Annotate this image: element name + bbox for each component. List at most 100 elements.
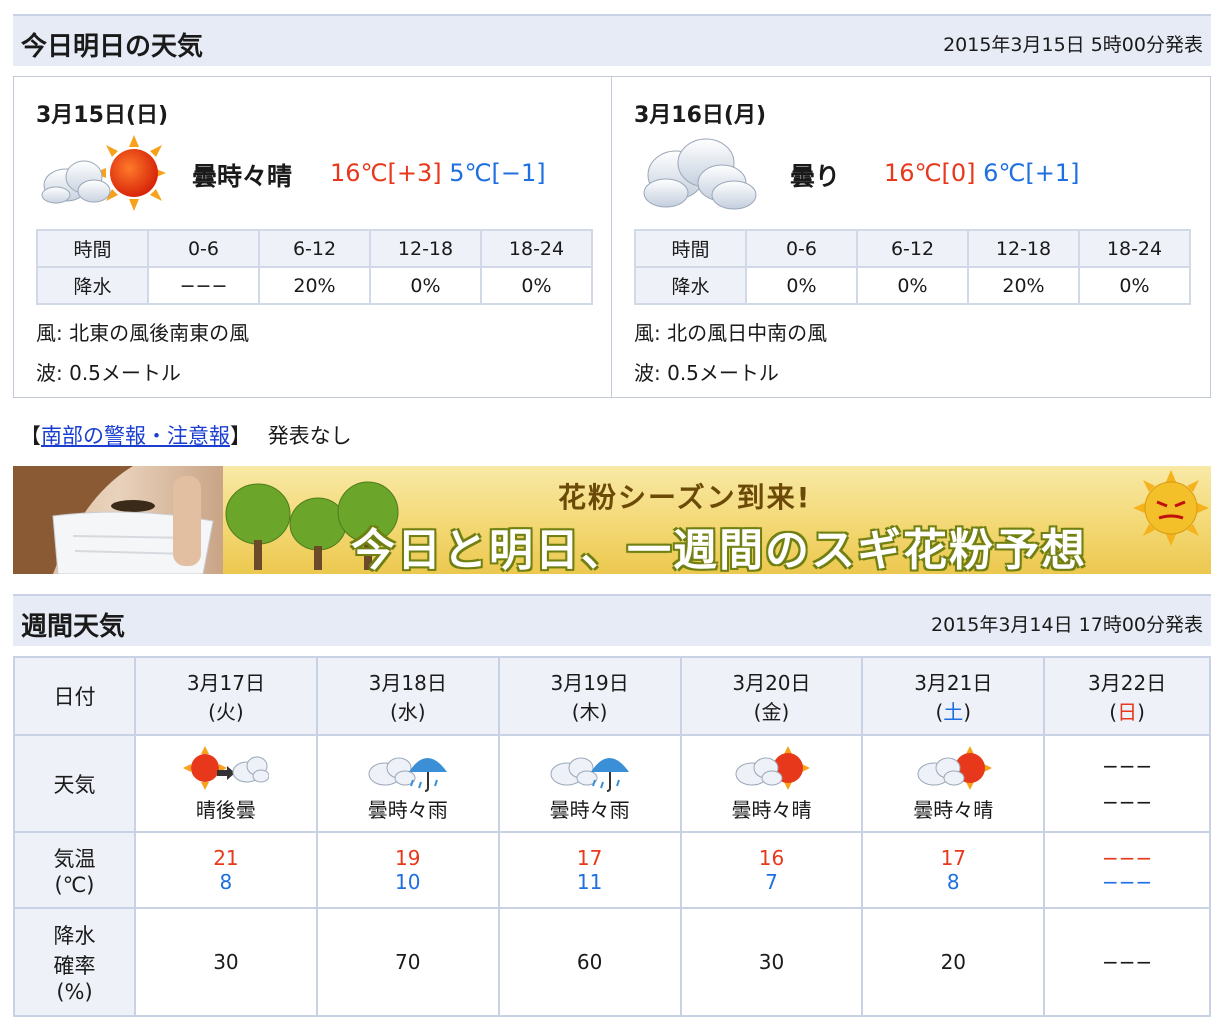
time-label: 時間 [634, 229, 747, 268]
low-temp: 10 [395, 870, 421, 894]
bracket-open: 【 [20, 424, 41, 448]
cloud-rain-icon [550, 757, 629, 792]
sun-to-cloud-icon [182, 746, 269, 790]
masked-woman-illustration [13, 466, 214, 574]
week-date-cell: 3月18日 (水) [315, 656, 500, 736]
cloud-sun-icon [735, 746, 811, 790]
period-label: 18-24 [1078, 229, 1191, 268]
row-label-precipitation: 降水確率 (%) [13, 907, 136, 1017]
weather-text: 曇時々雨 [549, 798, 630, 822]
high-temp: 19 [395, 846, 421, 870]
period-label: 12-18 [369, 229, 482, 268]
wave-info: 波: 0.5メートル [36, 361, 181, 385]
week-date-cell: 3月21日 (土) [861, 656, 1046, 736]
rain-value: 20% [258, 266, 371, 305]
rain-value: 0% [856, 266, 969, 305]
row-label-weather: 天気 [13, 734, 136, 833]
low-temp: −−− [1101, 870, 1153, 894]
week-date-cell: 3月17日 (火) [134, 656, 318, 736]
row-label-temperature: 気温 (℃) [13, 831, 136, 909]
high-temp: 17 [940, 846, 967, 870]
weekly-header: 週間天気 2015年3月14日 17時00分発表 [13, 594, 1211, 646]
week-weather-cell: 曇時々雨 [315, 734, 500, 833]
bracket-close: 】 [230, 424, 251, 448]
weekday: (金) [753, 700, 790, 724]
week-weather-cell: 曇時々晴 [679, 734, 864, 833]
date: 3月21日 [914, 671, 993, 695]
week-date-cell: 3月22日 (日) [1043, 656, 1211, 736]
low-temp: 5℃[−1] [449, 159, 546, 187]
weather-text: 曇り [790, 162, 841, 191]
high-temp: −−− [1101, 846, 1153, 870]
week-pop-cell: 30 [134, 907, 318, 1017]
week-weather-cell: 曇時々晴 [861, 734, 1046, 833]
label-line: 気温 [53, 847, 96, 871]
high-temp: 16 [758, 846, 785, 870]
today-tomorrow-header: 今日明日の天気 2015年3月15日 5時00分発表 [13, 14, 1211, 66]
banner-headline: 今日と明日、一週間のスギ花粉予想 [351, 525, 1087, 574]
low-temp: 8 [219, 870, 233, 894]
pollen-banner[interactable]: 花粉シーズン到来! 今日と明日、一週間のスギ花粉予想 [13, 466, 1211, 574]
label-line: 降水 [53, 924, 96, 948]
week-pop-cell: −−− [1043, 907, 1211, 1017]
week-pop-cell: 20 [861, 907, 1046, 1017]
rain-value: 0% [1078, 266, 1191, 305]
rain-label: 降水 [36, 266, 149, 305]
week-pop-cell: 30 [679, 907, 864, 1017]
label-line: (℃) [54, 873, 95, 897]
section-title: 今日明日の天気 [21, 32, 204, 62]
issued-time: 2015年3月14日 17時00分発表 [930, 614, 1203, 636]
weather-text: −−− [1101, 789, 1153, 814]
rain-label: 降水 [634, 266, 747, 305]
week-temp-cell: 19 10 [315, 831, 500, 909]
rain-chance-table: 時間 0-6 6-12 12-18 18-24 降水 0% 0% 20% 0% [634, 229, 1191, 305]
rain-value: 20% [967, 266, 1080, 305]
week-temp-cell: 21 8 [134, 831, 318, 909]
banner-subtitle: 花粉シーズン到来! [558, 481, 812, 514]
warning-link[interactable]: 南部の警報・注意報 [41, 424, 230, 448]
warning-status: 発表なし [267, 424, 352, 448]
period-label: 6-12 [258, 229, 371, 268]
temperature-range: 16℃[+3] 5℃[−1] [330, 159, 546, 187]
rain-value: 0% [480, 266, 593, 305]
low-temp: 11 [576, 870, 603, 894]
weekday: (木) [571, 700, 608, 724]
week-temp-cell: −−− −−− [1043, 831, 1211, 909]
banner-photo [13, 466, 223, 574]
day-date: 3月16日(月) [634, 103, 767, 128]
warning-notice: 【南部の警報・注意報】 発表なし [20, 420, 352, 450]
period-label: 0-6 [147, 229, 260, 268]
high-temp: 21 [213, 846, 239, 870]
week-temp-cell: 17 11 [497, 831, 682, 909]
cloud-sun-icon [917, 746, 993, 790]
date: 3月17日 [186, 671, 266, 695]
weather-text: 曇時々雨 [367, 798, 448, 822]
period-label: 0-6 [745, 229, 858, 268]
rain-value: −−− [147, 266, 260, 305]
high-temp: 16℃[+3] [330, 159, 442, 187]
week-temp-cell: 16 7 [679, 831, 864, 909]
date: 3月22日 [1088, 671, 1167, 695]
weather-text: 曇時々晴 [731, 798, 812, 822]
temperature-range: 16℃[0] 6℃[+1] [884, 159, 1079, 187]
week-date-cell: 3月19日 (木) [497, 656, 682, 736]
date: 3月19日 [550, 671, 629, 695]
issued-time: 2015年3月15日 5時00分発表 [943, 34, 1203, 56]
period-label: 18-24 [480, 229, 593, 268]
label-line: (%) [56, 980, 93, 1004]
cloud-icon [643, 138, 757, 210]
low-temp: 7 [765, 870, 778, 894]
cloud-rain-icon [368, 757, 447, 792]
week-date-cell: 3月20日 (金) [679, 656, 864, 736]
weekday: (火) [208, 700, 244, 724]
weekday-sunday: 日 [1117, 700, 1138, 724]
label-line: 確率 [53, 954, 96, 978]
date: 3月20日 [732, 671, 811, 695]
high-temp: 17 [576, 846, 603, 870]
weather-text: 曇時々晴 [192, 162, 293, 191]
week-weather-cell: 晴後曇 [134, 734, 318, 833]
weather-text: 曇時々晴 [913, 798, 994, 822]
weekday: (土) [863, 696, 1043, 725]
high-temp: 16℃[0] [884, 159, 976, 187]
period-label: 12-18 [967, 229, 1080, 268]
